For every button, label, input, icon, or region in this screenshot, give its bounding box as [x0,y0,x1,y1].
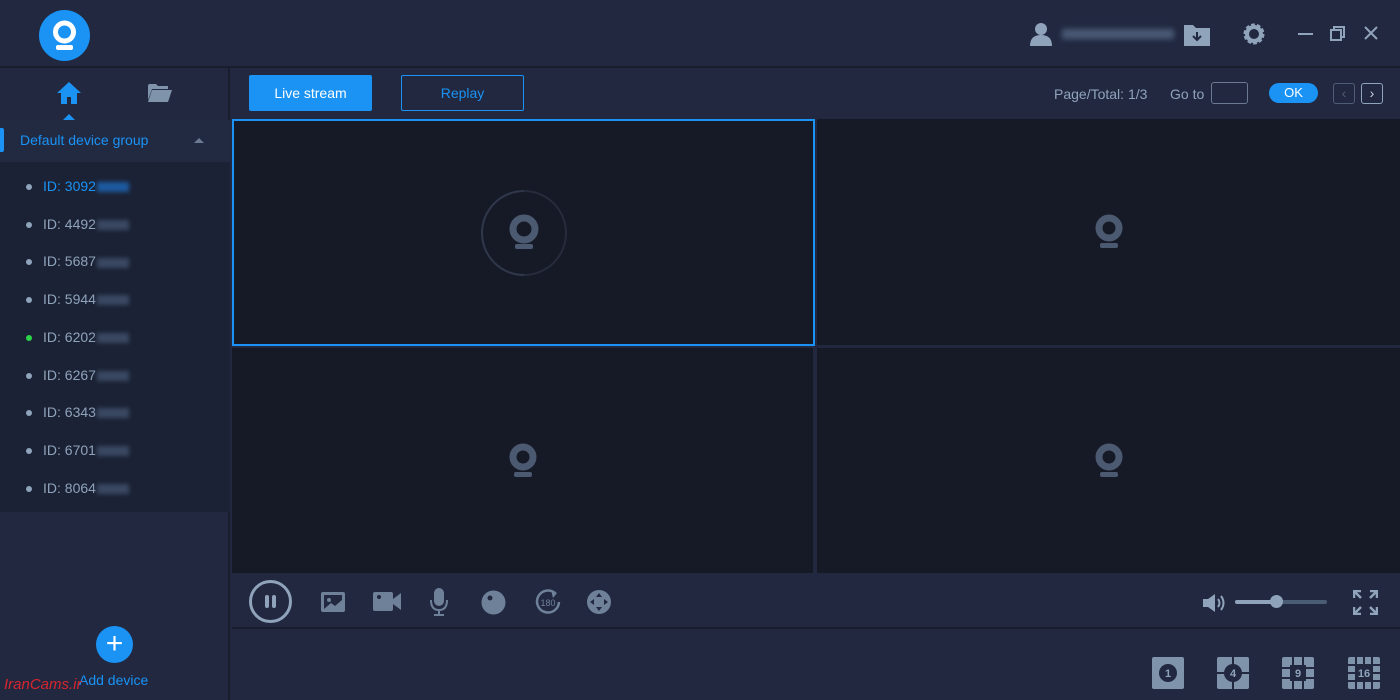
goto-page-input[interactable] [1211,82,1248,104]
device-item[interactable]: ID: 3092 [0,168,230,205]
folder-icon[interactable] [148,84,172,102]
device-label: ID: 8064 [43,480,129,496]
volume-handle[interactable] [1270,595,1284,608]
loading-spinner-icon [480,189,567,276]
blurred-id [96,219,129,230]
device-item[interactable]: ID: 5687 [0,243,230,280]
device-item[interactable]: ID: 4492 [0,206,230,243]
device-item[interactable]: ID: 8064 [0,470,230,507]
fullscreen-icon[interactable] [1353,590,1378,615]
caret-up-icon[interactable] [194,138,204,143]
watermark: IranCams.ir [4,676,82,693]
device-group-label: Default device group [20,132,149,148]
blurred-id [96,257,129,268]
live-stream-tab[interactable]: Live stream [249,75,372,111]
status-dot [26,259,32,266]
svg-text:1: 1 [1165,668,1171,680]
user-icon[interactable] [1030,22,1052,46]
status-dot [26,184,32,190]
status-dot [26,410,32,417]
svg-text:180: 180 [540,598,555,608]
status-dot [26,334,32,341]
add-device-label[interactable]: Add device [79,672,148,688]
video-grid [232,119,1400,573]
svg-text:16: 16 [1358,668,1370,680]
camera-placeholder-icon [509,443,536,477]
rotate-180-icon[interactable]: 180 [535,589,561,615]
minimize-icon[interactable] [1298,33,1313,35]
status-dot [26,485,32,492]
device-item[interactable]: ID: 6267 [0,357,230,394]
layout-1-button[interactable]: 1 [1152,657,1184,689]
device-label: ID: 4492 [43,216,129,232]
layout-16-button[interactable]: 16 [1348,657,1380,689]
next-page-button[interactable]: › [1361,83,1383,104]
prev-page-button[interactable]: ‹ [1333,83,1355,104]
page-total: Page/Total: 1/3 [1054,86,1148,102]
ok-button[interactable]: OK [1269,83,1318,103]
camera-placeholder-icon [1095,214,1122,248]
blurred-id [96,333,129,344]
blurred-id [96,483,129,494]
blurred-id [96,370,129,381]
ptz-direction-icon[interactable] [587,590,611,614]
blurred-id [96,182,129,193]
gear-icon[interactable] [1242,22,1266,46]
camera-lens-icon[interactable] [481,590,506,615]
device-item[interactable]: ID: 6343 [0,394,230,431]
device-item[interactable]: ID: 5944 [0,281,230,318]
layout-bar: 1 4 9 16 [232,630,1400,700]
status-dot [26,447,32,454]
device-item[interactable]: ID: 6202 [0,319,230,356]
user-email-blurred[interactable] [1062,29,1174,39]
device-group-header[interactable]: Default device group [0,120,230,162]
replay-tab[interactable]: Replay [401,75,524,111]
download-folder-icon[interactable] [1184,22,1210,46]
plus-icon: + [105,627,124,660]
video-cell[interactable] [817,348,1400,573]
sidebar-tabs [0,68,230,120]
playback-controls: 180 [232,573,1400,629]
device-label: ID: 6202 [43,329,129,345]
logo-camera-icon [39,10,90,61]
microphone-icon[interactable] [430,588,448,616]
pause-icon [265,595,276,608]
blurred-id [96,295,129,306]
video-cell[interactable] [817,119,1400,345]
layout-4-button[interactable]: 4 [1217,657,1249,689]
add-device-button[interactable]: + [96,626,133,663]
restore-icon[interactable] [1330,26,1345,41]
close-icon[interactable] [1364,26,1378,40]
device-label: ID: 5944 [43,291,129,307]
blurred-id [96,408,129,419]
device-label: ID: 6343 [43,404,129,420]
device-item[interactable]: ID: 6701 [0,432,230,469]
svg-text:9: 9 [1295,668,1301,680]
home-icon[interactable] [57,82,81,104]
snapshot-icon[interactable] [321,592,345,612]
layout-9-button[interactable]: 9 [1282,657,1314,689]
status-dot [26,297,32,304]
video-cell[interactable] [232,119,815,346]
goto-label: Go to [1170,86,1205,102]
camera-placeholder-icon [1095,443,1122,477]
volume-slider[interactable] [1235,595,1327,608]
title-bar [0,0,1400,68]
device-label: ID: 5687 [43,253,129,269]
volume-icon[interactable] [1203,594,1229,612]
device-list: ID: 3092 ID: 4492 ID: 5687 ID: 5944 ID: 6202… [0,162,230,512]
video-cell[interactable] [232,348,813,573]
record-video-icon[interactable] [373,592,401,611]
device-label: ID: 6701 [43,442,129,458]
view-toolbar: Live stream Replay Page/Total: 1/3 Go to… [232,68,1400,119]
sidebar: Default device group ID: 3092 ID: 4492 ID:… [0,68,230,700]
device-label: ID: 6267 [43,367,129,383]
status-dot [26,372,32,379]
pause-button[interactable] [249,580,292,623]
group-active-bar [0,128,4,152]
svg-text:4: 4 [1230,668,1237,680]
status-dot [26,221,32,228]
blurred-id [96,446,129,457]
device-label: ID: 3092 [43,178,129,194]
